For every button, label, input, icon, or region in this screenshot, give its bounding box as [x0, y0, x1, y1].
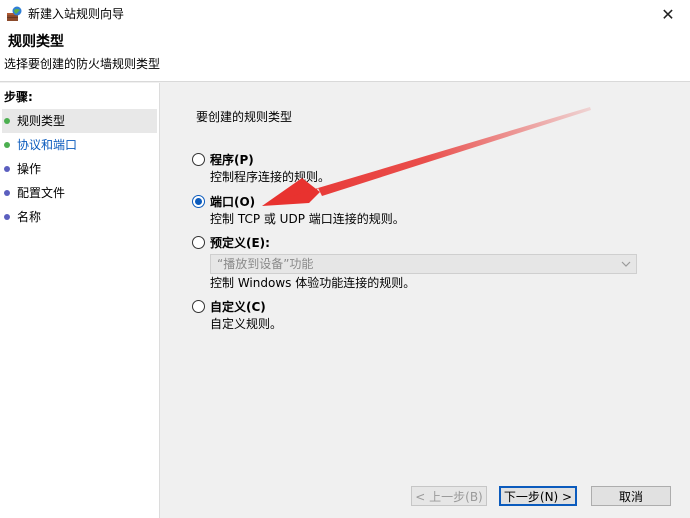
close-icon: ✕ — [661, 4, 675, 24]
option-description: 控制 Windows 体验功能连接的规则。 — [210, 276, 416, 290]
step-pending-icon — [4, 214, 10, 220]
wizard-content: 要创建的规则类型 程序(P) 控制程序连接的规则。 端口(O) 控制 TCP 或… — [160, 83, 690, 518]
predefined-select: “播放到设备”功能 — [210, 254, 637, 274]
option-label: 程序(P) — [210, 153, 254, 167]
predefined-select-value: “播放到设备”功能 — [217, 257, 314, 271]
option-description: 控制程序连接的规则。 — [210, 170, 331, 184]
back-button[interactable]: < 上一步(B) — [411, 486, 487, 506]
step-profile: 配置文件 — [0, 181, 159, 205]
wizard-header: 规则类型 选择要创建的防火墙规则类型 — [0, 28, 690, 82]
step-action: 操作 — [0, 157, 159, 181]
window-title: 新建入站规则向导 — [28, 7, 125, 21]
option-label: 预定义(E): — [210, 236, 270, 250]
step-pending-icon — [4, 190, 10, 196]
option-description: 控制 TCP 或 UDP 端口连接的规则。 — [210, 212, 405, 226]
step-protocol-ports[interactable]: 协议和端口 — [0, 133, 159, 157]
step-rule-type: 规则类型 — [2, 109, 157, 133]
title-bar: 新建入站规则向导 ✕ — [0, 0, 690, 28]
radio-program[interactable] — [192, 153, 205, 166]
chevron-down-icon — [621, 261, 631, 267]
step-label: 名称 — [17, 210, 42, 224]
step-done-icon — [4, 118, 10, 124]
steps-list: 规则类型 协议和端口 操作 配置文件 名称 — [0, 109, 159, 229]
step-done-icon — [4, 142, 10, 148]
step-label: 规则类型 — [17, 114, 66, 128]
firewall-app-icon — [7, 6, 22, 21]
step-label: 配置文件 — [17, 186, 66, 200]
step-label: 协议和端口 — [17, 138, 78, 152]
option-label: 端口(O) — [210, 195, 256, 209]
radio-predefined[interactable] — [192, 236, 205, 249]
cancel-button[interactable]: 取消 — [591, 486, 671, 506]
option-label: 自定义(C) — [210, 300, 266, 314]
radio-port[interactable] — [192, 195, 205, 208]
page-subtitle: 选择要创建的防火墙规则类型 — [4, 57, 161, 71]
steps-label: 步骤: — [4, 90, 33, 104]
step-name: 名称 — [0, 205, 159, 229]
step-label: 操作 — [17, 162, 42, 176]
rule-type-question: 要创建的规则类型 — [196, 110, 293, 124]
option-description: 自定义规则。 — [210, 317, 283, 331]
radio-custom[interactable] — [192, 300, 205, 313]
step-pending-icon — [4, 166, 10, 172]
page-title: 规则类型 — [8, 34, 64, 50]
close-button[interactable]: ✕ — [646, 0, 690, 28]
next-button[interactable]: 下一步(N) > — [499, 486, 577, 506]
steps-sidebar: 步骤: 规则类型 协议和端口 操作 配置文件 名称 — [0, 83, 160, 518]
